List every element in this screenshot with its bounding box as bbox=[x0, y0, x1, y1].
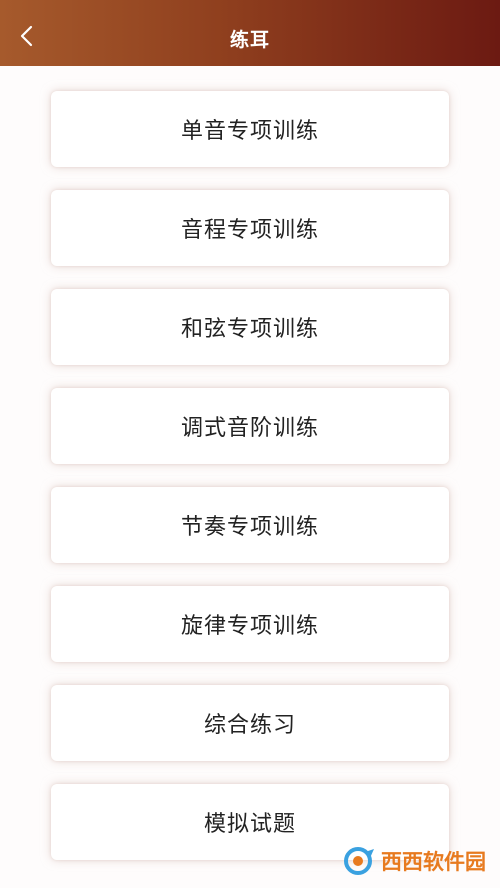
menu-item-interval[interactable]: 音程专项训练 bbox=[51, 190, 449, 266]
menu-item-label: 和弦专项训练 bbox=[180, 317, 319, 342]
menu-item-rhythm[interactable]: 节奏专项训练 bbox=[51, 487, 449, 563]
menu-item-mode-scale[interactable]: 调式音阶训练 bbox=[51, 388, 449, 464]
watermark-text: 西西软件园 bbox=[381, 850, 486, 874]
menu-item-label: 模拟试题 bbox=[203, 812, 296, 837]
menu-item-label: 旋律专项训练 bbox=[180, 614, 319, 639]
header-bar: 练耳 bbox=[0, 0, 500, 66]
menu-item-label: 综合练习 bbox=[203, 713, 296, 738]
menu-item-melody[interactable]: 旋律专项训练 bbox=[51, 586, 449, 662]
site-watermark: 西西软件园 bbox=[343, 846, 486, 876]
menu-item-comprehensive[interactable]: 综合练习 bbox=[51, 685, 449, 761]
menu-item-label: 音程专项训练 bbox=[180, 218, 319, 243]
menu-item-label: 单音专项训练 bbox=[180, 119, 319, 144]
menu-item-label: 节奏专项训练 bbox=[180, 515, 319, 540]
site-logo-icon bbox=[344, 847, 374, 875]
menu-item-label: 调式音阶训练 bbox=[180, 416, 319, 441]
menu-item-single-note[interactable]: 单音专项训练 bbox=[51, 91, 449, 167]
menu-item-chord[interactable]: 和弦专项训练 bbox=[51, 289, 449, 365]
page-title: 练耳 bbox=[229, 29, 270, 51]
training-menu: 单音专项训练 音程专项训练 和弦专项训练 调式音阶训练 节奏专项训练 旋律专项训… bbox=[51, 91, 449, 883]
